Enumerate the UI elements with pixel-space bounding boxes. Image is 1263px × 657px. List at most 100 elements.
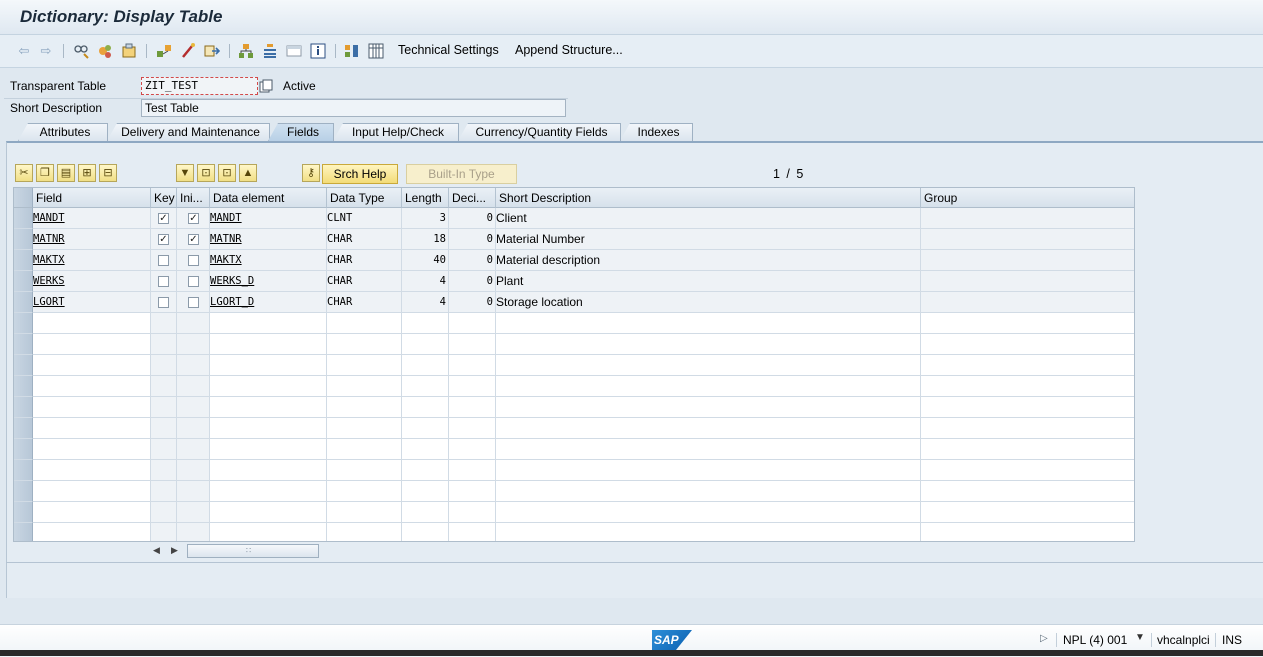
key-checkbox[interactable] xyxy=(158,255,169,266)
empty-cell xyxy=(449,460,496,481)
select-all-corner[interactable] xyxy=(14,188,33,208)
field-name-cell[interactable]: MANDT xyxy=(33,208,151,229)
search-help-key-icon[interactable]: ⚷ xyxy=(302,164,320,182)
initial-checkbox[interactable]: ✓ xyxy=(188,234,199,245)
column-header-initial[interactable]: Ini... xyxy=(177,188,210,208)
insert-row-icon[interactable]: ⊞ xyxy=(78,164,96,182)
search-help-button[interactable]: Srch Help xyxy=(322,164,398,184)
copy-icon[interactable] xyxy=(259,79,273,93)
row-selector[interactable] xyxy=(14,481,33,502)
data-type-cell: CLNT xyxy=(327,208,402,229)
row-selector[interactable] xyxy=(14,439,33,460)
empty-table-row xyxy=(14,439,1134,460)
where-used-icon[interactable] xyxy=(156,43,172,59)
table-name-field[interactable]: ZIT_TEST xyxy=(141,77,258,95)
key-checkbox[interactable] xyxy=(158,276,169,287)
cut-icon[interactable]: ✂ xyxy=(15,164,33,182)
row-selector[interactable] xyxy=(14,460,33,481)
scroll-right-icon[interactable]: ▶ xyxy=(171,545,178,556)
table-row: MAKTX MAKTX CHAR 40 0 Material descripti… xyxy=(14,250,1134,271)
empty-cell xyxy=(33,313,151,334)
row-selector[interactable] xyxy=(14,229,33,250)
display-change-icon[interactable] xyxy=(73,43,89,59)
chevron-down-icon[interactable]: ▼ xyxy=(1135,632,1145,643)
initial-checkbox[interactable] xyxy=(188,297,199,308)
expand-icon[interactable]: ▼ xyxy=(176,164,194,182)
activate-icon[interactable] xyxy=(121,43,137,59)
data-element-cell[interactable]: WERKS_D xyxy=(210,271,327,292)
row-selector[interactable] xyxy=(14,334,33,355)
graphic-icon[interactable] xyxy=(344,43,360,59)
object-list-icon[interactable] xyxy=(180,43,196,59)
navigation-window-icon[interactable] xyxy=(262,43,278,59)
data-element-cell[interactable]: LGORT_D xyxy=(210,292,327,313)
initial-checkbox[interactable]: ✓ xyxy=(188,213,199,224)
tab-currency-quantity-fields[interactable]: Currency/Quantity Fields xyxy=(458,123,621,141)
field-name-cell[interactable]: LGORT xyxy=(33,292,151,313)
delete-row-icon[interactable]: ⊟ xyxy=(99,164,117,182)
column-header-data-element[interactable]: Data element xyxy=(210,188,327,208)
tab-fields[interactable]: Fields xyxy=(268,123,334,141)
other-object-icon[interactable] xyxy=(97,43,113,59)
layout-icon[interactable] xyxy=(286,43,302,59)
column-header-length[interactable]: Length xyxy=(402,188,449,208)
forward-icon[interactable]: ⇨ xyxy=(38,43,54,59)
row-selector[interactable] xyxy=(14,376,33,397)
built-in-type-button[interactable]: Built-In Type xyxy=(406,164,517,184)
scroll-left-icon[interactable]: ◀ xyxy=(153,545,160,556)
paste-icon[interactable]: ▤ xyxy=(57,164,75,182)
data-element-cell[interactable]: MANDT xyxy=(210,208,327,229)
move-up-icon[interactable]: ⊡ xyxy=(218,164,236,182)
field-name-cell[interactable]: MAKTX xyxy=(33,250,151,271)
hierarchy-icon[interactable] xyxy=(238,43,254,59)
column-header-short-description[interactable]: Short Description xyxy=(496,188,921,208)
column-header-field[interactable]: Field xyxy=(33,188,151,208)
horizontal-scrollbar-thumb[interactable]: ∷ xyxy=(187,544,319,558)
tab-attributes[interactable]: Attributes xyxy=(18,123,108,141)
collapse-icon[interactable]: ▲ xyxy=(239,164,257,182)
info-icon[interactable] xyxy=(310,43,326,59)
column-header-key[interactable]: Key xyxy=(151,188,177,208)
back-icon[interactable]: ⇦ xyxy=(16,43,32,59)
row-selector[interactable] xyxy=(14,502,33,523)
row-selector[interactable] xyxy=(14,397,33,418)
row-selector[interactable] xyxy=(14,208,33,229)
row-selector[interactable] xyxy=(14,355,33,376)
row-selector[interactable] xyxy=(14,271,33,292)
empty-table-row xyxy=(14,523,1134,541)
key-checkbox[interactable]: ✓ xyxy=(158,213,169,224)
initial-checkbox[interactable] xyxy=(188,276,199,287)
row-selector[interactable] xyxy=(14,292,33,313)
row-selector[interactable] xyxy=(14,523,33,541)
field-name-cell[interactable]: MATNR xyxy=(33,229,151,250)
expand-status-icon[interactable]: ▷ xyxy=(1040,633,1048,644)
initial-checkbox[interactable] xyxy=(188,255,199,266)
empty-cell xyxy=(33,397,151,418)
grid-icon[interactable] xyxy=(368,43,384,59)
row-selector[interactable] xyxy=(14,313,33,334)
short-description-field[interactable]: Test Table xyxy=(141,99,566,117)
table-body: MANDT ✓ ✓ MANDT CLNT 3 0 Client MATNR ✓ … xyxy=(14,208,1134,541)
key-checkbox[interactable]: ✓ xyxy=(158,234,169,245)
data-element-cell[interactable]: MATNR xyxy=(210,229,327,250)
tab-delivery-maintenance[interactable]: Delivery and Maintenance xyxy=(107,123,270,141)
column-header-decimals[interactable]: Deci... xyxy=(449,188,496,208)
empty-cell xyxy=(210,460,327,481)
technical-settings-button[interactable]: Technical Settings xyxy=(398,43,499,57)
empty-cell xyxy=(496,481,921,502)
empty-cell xyxy=(921,502,1134,523)
row-selector[interactable] xyxy=(14,418,33,439)
copy-row-icon[interactable]: ❐ xyxy=(36,164,54,182)
append-structure-button[interactable]: Append Structure... xyxy=(515,43,623,57)
field-name-cell[interactable]: WERKS xyxy=(33,271,151,292)
column-header-data-type[interactable]: Data Type xyxy=(327,188,402,208)
display-object-list-icon[interactable] xyxy=(204,43,220,59)
row-selector[interactable] xyxy=(14,250,33,271)
column-header-group[interactable]: Group xyxy=(921,188,1134,208)
data-element-cell[interactable]: MAKTX xyxy=(210,250,327,271)
tab-input-help-check[interactable]: Input Help/Check xyxy=(333,123,459,141)
tab-indexes[interactable]: Indexes xyxy=(620,123,693,141)
empty-cell xyxy=(33,376,151,397)
key-checkbox[interactable] xyxy=(158,297,169,308)
move-down-icon[interactable]: ⊡ xyxy=(197,164,215,182)
